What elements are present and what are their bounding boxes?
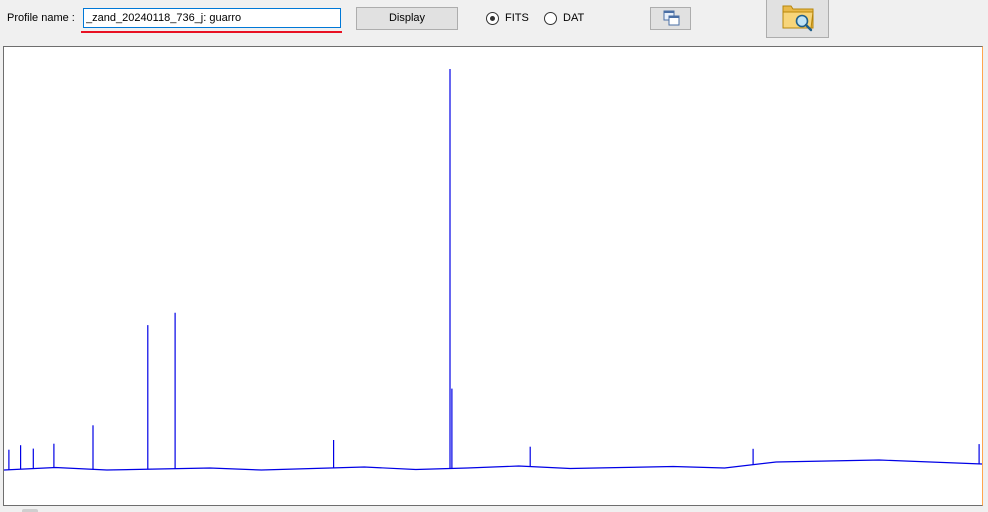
copy-button[interactable] <box>650 7 691 30</box>
radio-fits-label: FITS <box>505 12 529 24</box>
radio-dat-label: DAT <box>563 12 585 24</box>
spectrum-plot[interactable] <box>3 46 983 506</box>
radio-dat[interactable]: DAT <box>544 11 584 25</box>
profile-name-label: Profile name : <box>7 12 75 24</box>
profile-name-input[interactable] <box>83 8 341 28</box>
spectrum-chart <box>4 69 982 471</box>
display-button[interactable]: Display <box>356 7 458 30</box>
folder-magnifier-icon <box>782 5 814 32</box>
input-underline <box>81 31 342 33</box>
radio-dat-indicator[interactable] <box>544 11 557 25</box>
radio-fits[interactable]: FITS <box>486 11 529 25</box>
spectrum-continuum-line <box>4 459 982 471</box>
browse-folder-button[interactable] <box>766 0 829 38</box>
copy-windows-icon <box>663 10 680 26</box>
radio-fits-indicator[interactable] <box>486 11 499 25</box>
